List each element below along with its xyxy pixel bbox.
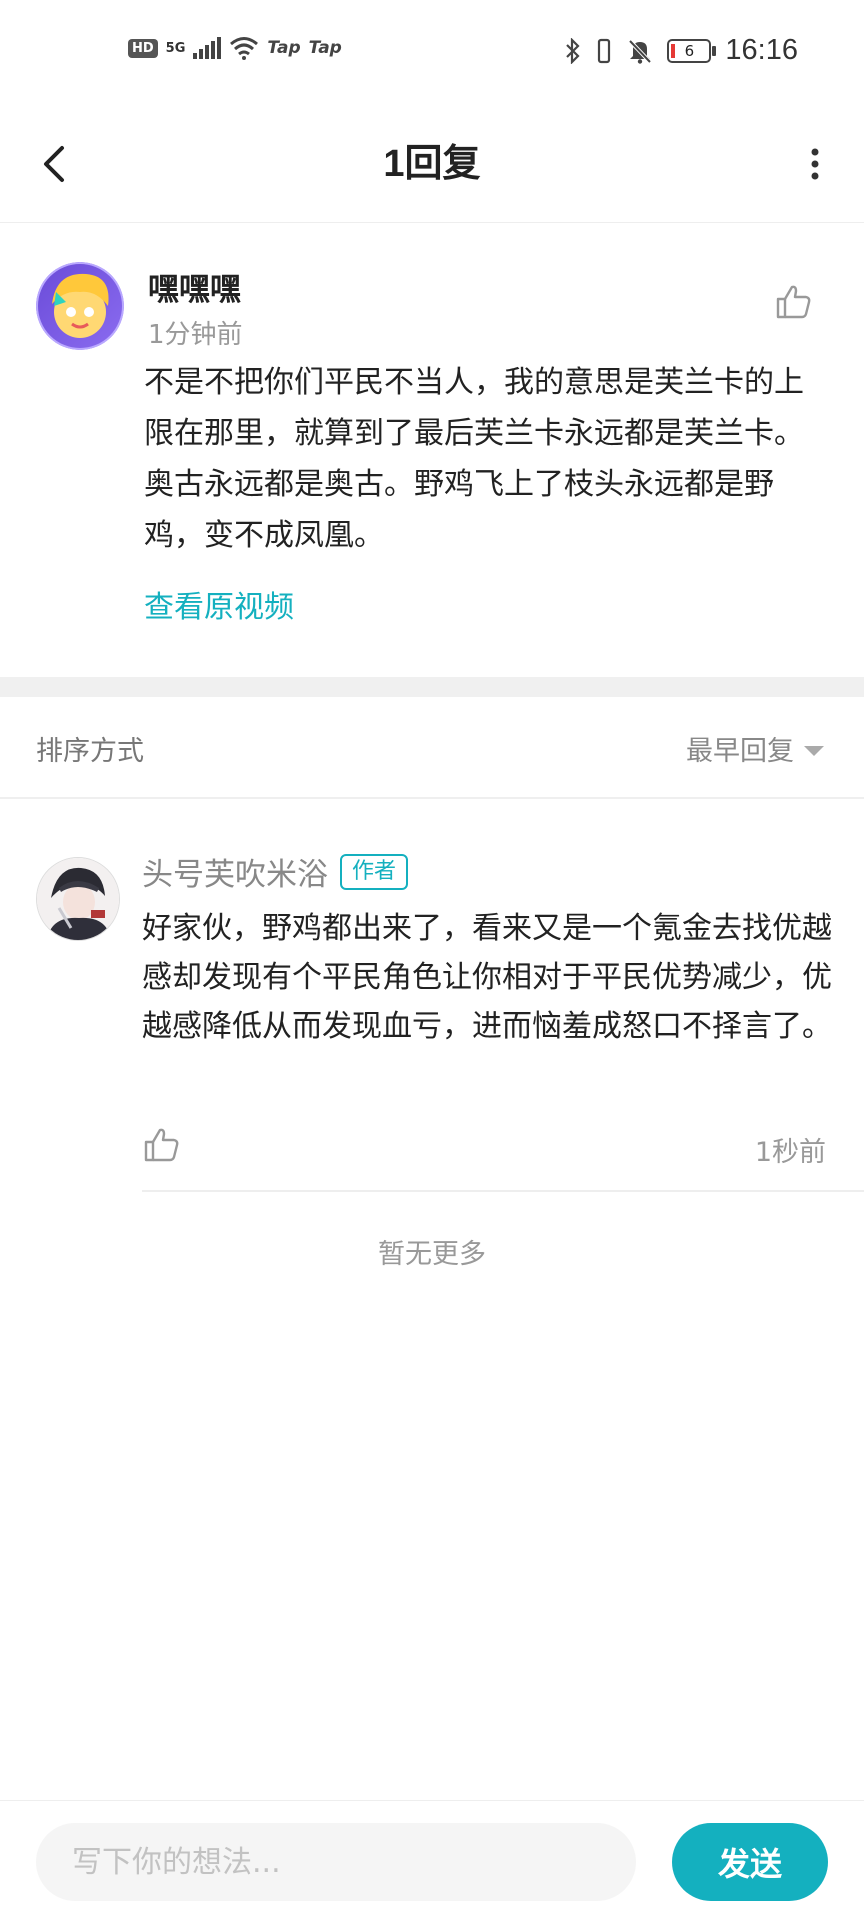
thumbs-up-icon <box>776 285 811 319</box>
dropdown-caret-icon <box>804 745 824 756</box>
reply-divider <box>142 1190 864 1192</box>
view-original-video-link[interactable]: 查看原视频 <box>144 582 294 626</box>
reply-item: 头号芙吹米浴 作者 好家伙，野鸡都出来了，看来又是一个氪金去找优越感却发现有个平… <box>0 797 864 1192</box>
page-title: 1回复 <box>383 143 481 185</box>
like-button[interactable] <box>774 282 814 322</box>
hd-badge: HD <box>128 38 158 58</box>
comment-input[interactable] <box>36 1823 636 1901</box>
mute-bell-icon <box>628 39 652 64</box>
sort-value: 最早回复 <box>686 736 794 767</box>
thumbs-up-icon <box>144 1128 179 1162</box>
more-vertical-icon <box>811 148 819 180</box>
network-type: 5G <box>165 40 186 56</box>
main-comment: 嘿嘿嘿 1分钟前 不是不把你们平民不当人，我的意思是芙兰卡的上限在那里，就算到了… <box>0 222 864 677</box>
section-divider <box>0 677 864 697</box>
wifi-icon <box>230 37 259 60</box>
bottom-input-bar: 发送 <box>0 1800 864 1921</box>
more-options-button[interactable] <box>790 134 840 194</box>
sort-bar: 排序方式 最早回复 <box>0 697 864 799</box>
author-badge: 作者 <box>340 853 409 890</box>
reply-author-row: 头号芙吹米浴 作者 <box>142 849 409 894</box>
status-bar: HD 5G Tap Tap 6 16:16 <box>0 0 864 110</box>
bluetooth-icon <box>566 37 580 64</box>
reply-time: 1秒前 <box>754 1137 826 1168</box>
taptap-notification-icon-2: Tap <box>308 38 342 58</box>
sort-label: 排序方式 <box>36 736 144 767</box>
avatar-image <box>36 262 124 350</box>
signal-icon <box>193 37 222 59</box>
taptap-notification-icon: Tap <box>267 38 301 58</box>
reply-avatar[interactable] <box>36 857 120 941</box>
reply-text: 好家伙，野鸡都出来了，看来又是一个氪金去找优越感却发现有个平民角色让你相对于平民… <box>142 911 832 1044</box>
battery-icon: 6 <box>667 38 717 63</box>
reply-author-name[interactable]: 头号芙吹米浴 <box>142 849 328 894</box>
sort-dropdown[interactable]: 最早回复 <box>686 729 824 768</box>
reply-avatar-image <box>37 858 119 940</box>
comment-time: 1分钟前 <box>148 320 243 350</box>
no-more-label: 暂无更多 <box>378 1239 486 1270</box>
vibrate-icon <box>598 38 611 63</box>
avatar[interactable] <box>36 262 124 350</box>
reply-like-button[interactable] <box>142 1125 182 1165</box>
top-app-bar: 1回复 <box>0 110 864 223</box>
send-button[interactable]: 发送 <box>672 1823 828 1901</box>
clock: 16:16 <box>725 34 798 66</box>
author-name[interactable]: 嘿嘿嘿 <box>148 264 241 309</box>
comment-text: 不是不把你们平民不当人，我的意思是芙兰卡的上限在那里，就算到了最后芙兰卡永远都是… <box>144 365 804 553</box>
